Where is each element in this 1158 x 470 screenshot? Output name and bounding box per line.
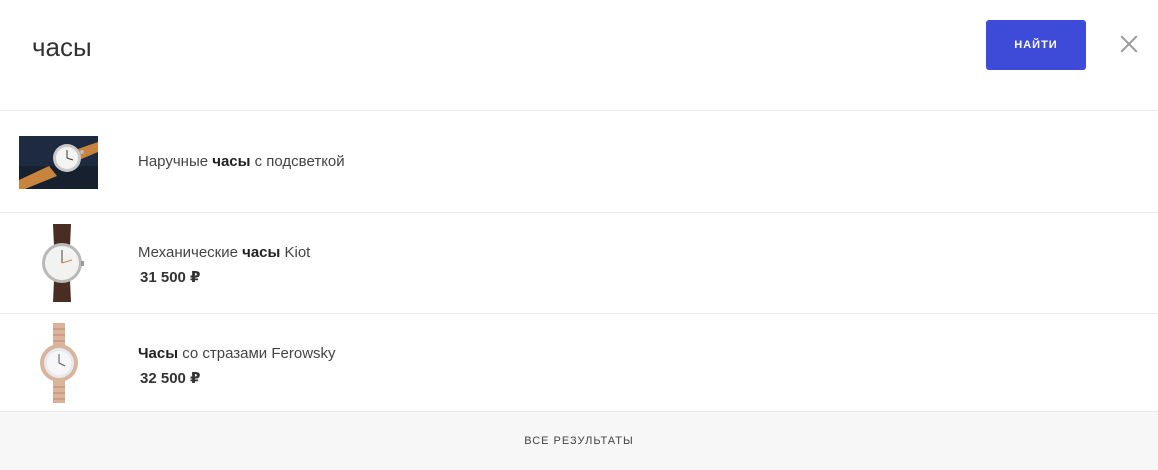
product-thumbnail <box>26 323 92 403</box>
result-title: Механические часы Kiot <box>138 244 311 261</box>
product-thumbnail <box>19 136 98 189</box>
close-icon[interactable] <box>1116 31 1142 57</box>
result-price: 32 500 ₽ <box>140 370 201 387</box>
all-results-label: ВСЕ РЕЗУЛЬТАТЫ <box>524 435 634 447</box>
search-result-item[interactable]: Часы со стразами Ferowsky 32 500 ₽ <box>0 314 1158 411</box>
search-bar: НАЙТИ <box>0 0 1158 111</box>
find-button[interactable]: НАЙТИ <box>986 20 1086 70</box>
result-price: 31 500 ₽ <box>140 269 201 286</box>
all-results-link[interactable]: ВСЕ РЕЗУЛЬТАТЫ <box>0 411 1158 470</box>
result-title: Наручные часы с подсветкой <box>138 153 345 170</box>
search-result-item[interactable]: Наручные часы с подсветкой <box>0 111 1158 213</box>
product-thumbnail <box>26 224 98 302</box>
search-result-item[interactable]: Механические часы Kiot 31 500 ₽ <box>0 213 1158 314</box>
result-title: Часы со стразами Ferowsky <box>138 345 336 362</box>
search-input[interactable] <box>22 24 922 70</box>
